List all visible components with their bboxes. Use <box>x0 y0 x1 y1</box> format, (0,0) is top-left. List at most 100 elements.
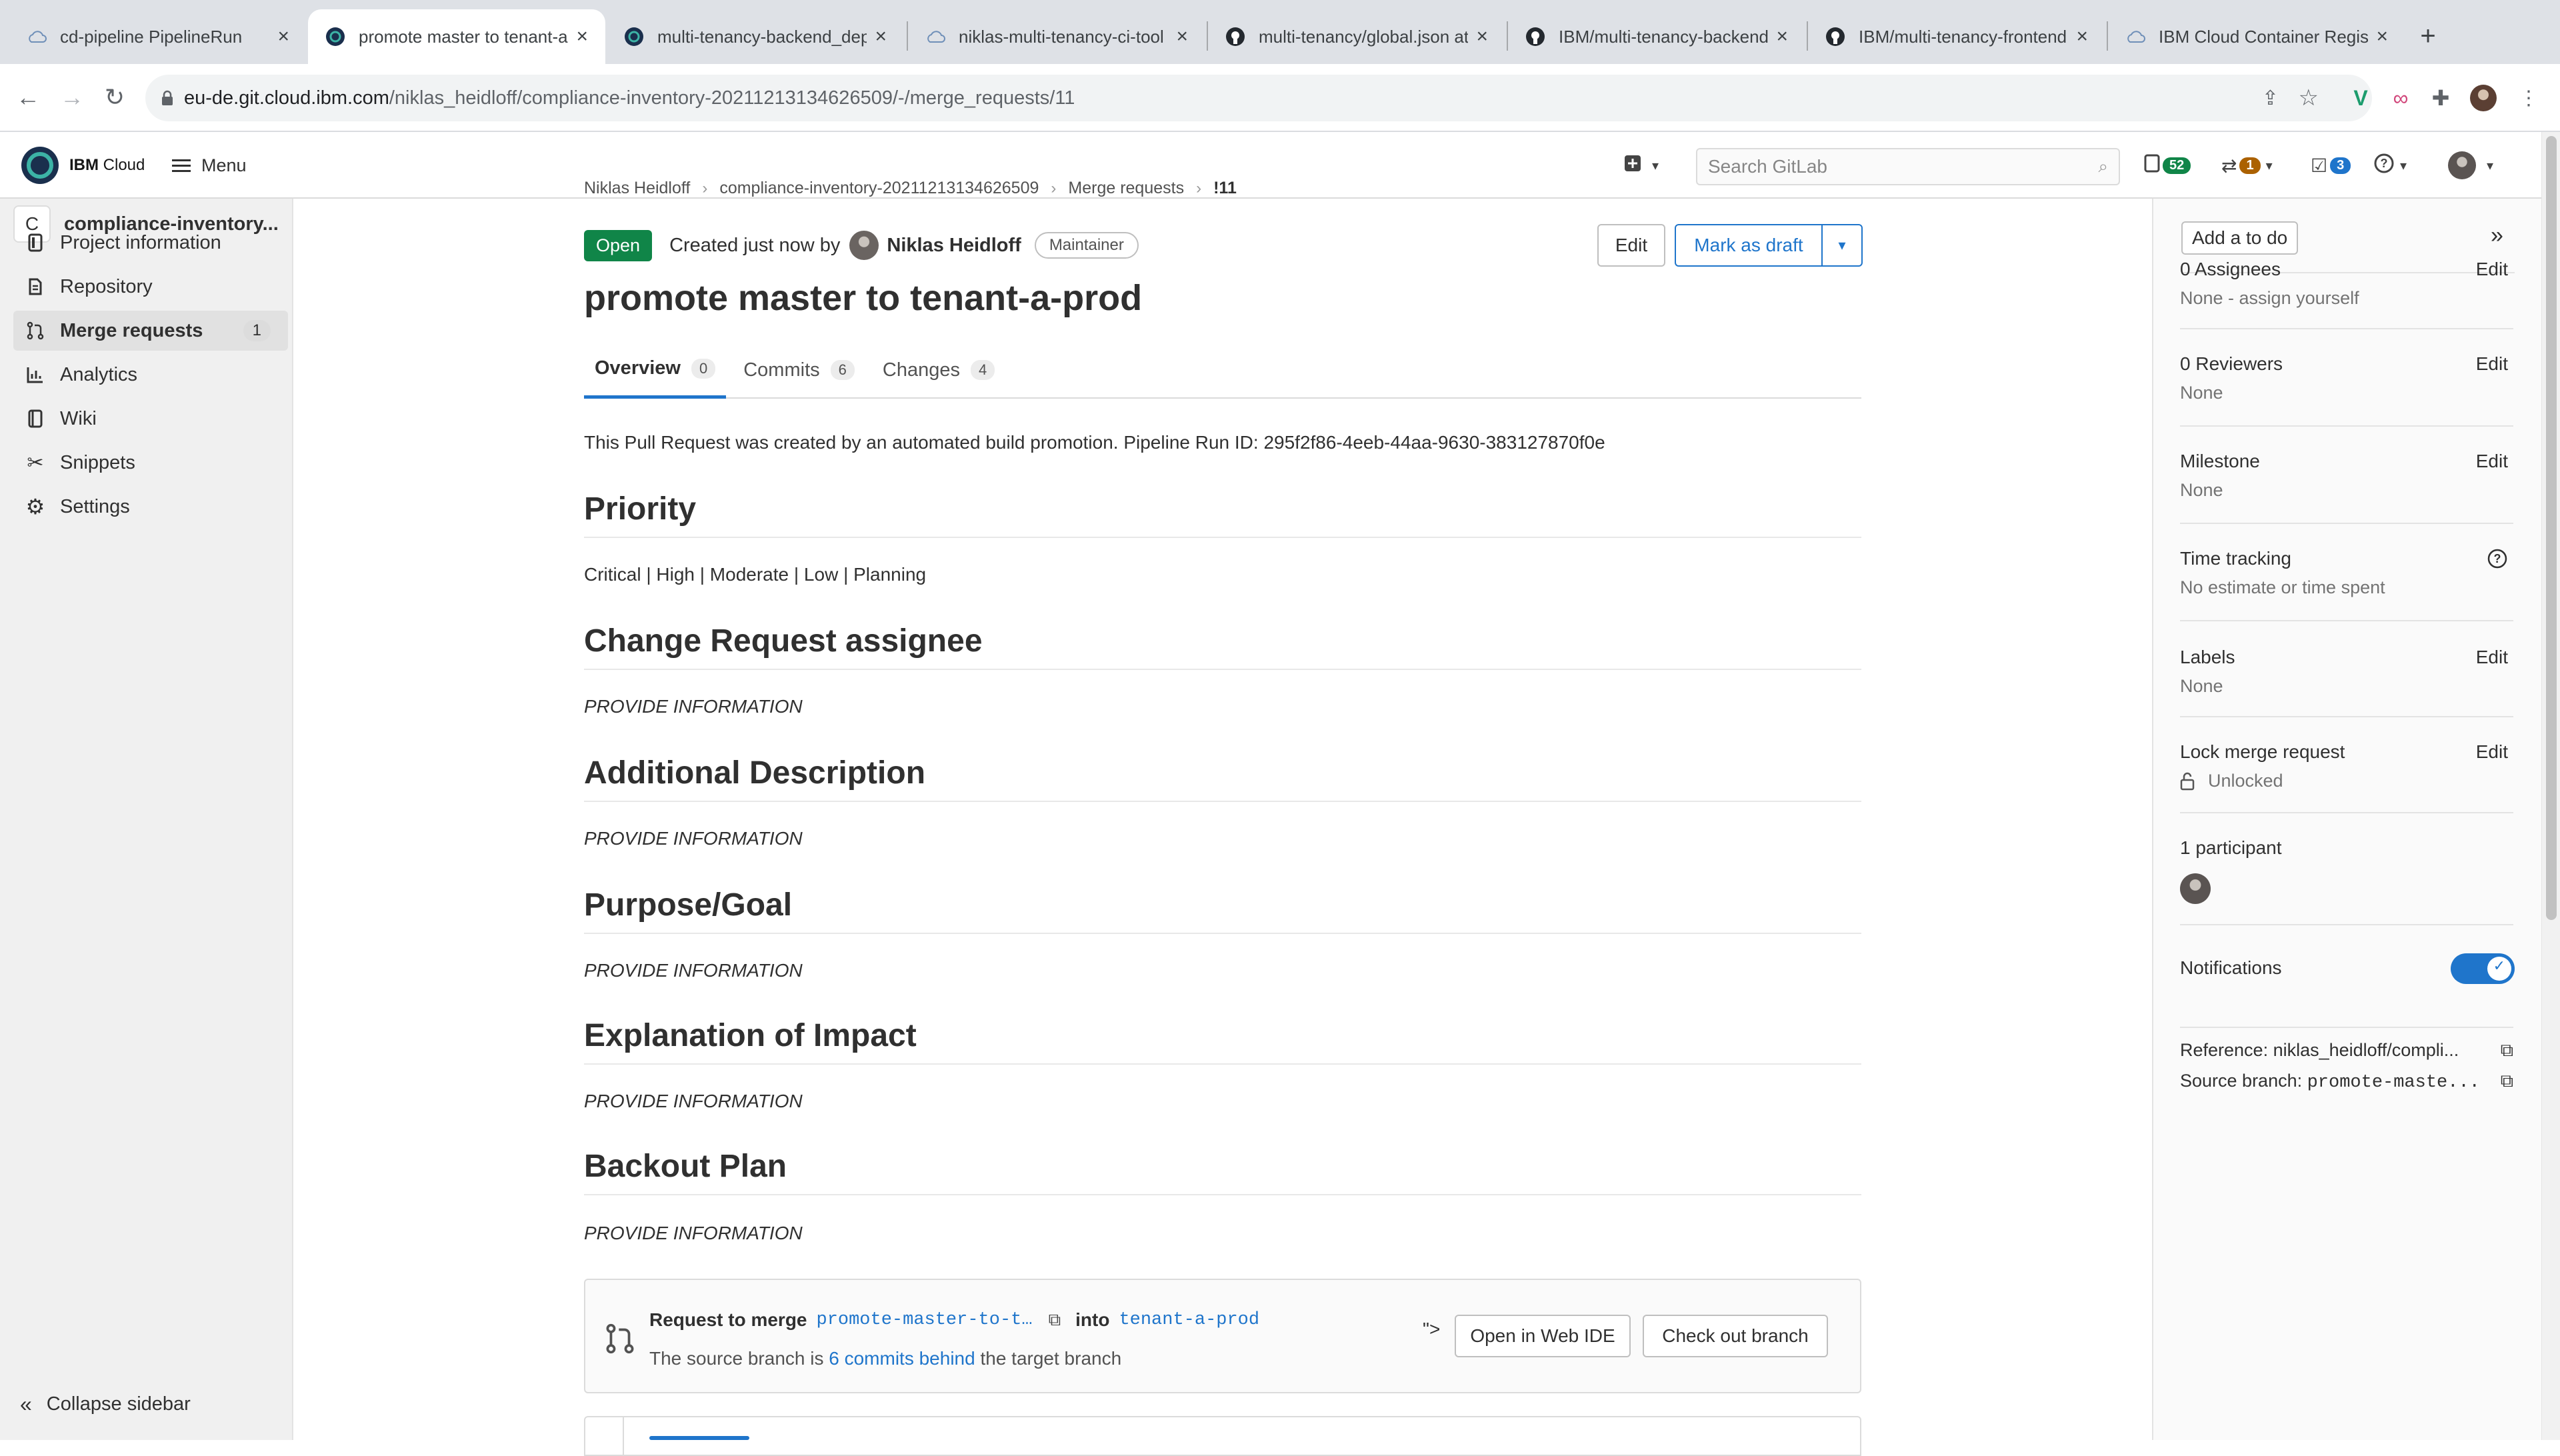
sidebar-item-settings[interactable]: ⚙ Settings <box>13 487 288 527</box>
milestone-edit-button[interactable]: Edit <box>2476 451 2508 472</box>
browser-tab-1[interactable]: cd-pipeline PipelineRun × <box>9 9 307 64</box>
sidebar-item-label: Project information <box>60 231 221 253</box>
sidebar-item-label: Merge requests <box>60 319 203 341</box>
sidebar-item-repository[interactable]: Repository <box>13 267 288 307</box>
close-icon[interactable]: × <box>1176 25 1188 48</box>
profile-avatar[interactable] <box>2468 83 2499 113</box>
target-branch-link[interactable]: tenant-a-prod <box>1119 1310 1259 1330</box>
merge-request-icon <box>25 321 45 341</box>
user-menu[interactable]: ▾ <box>2448 151 2493 179</box>
author-avatar[interactable] <box>849 231 879 260</box>
browser-tab-6[interactable]: IBM/multi-tenancy-backend × <box>1508 9 1805 64</box>
issues-button[interactable]: 52 <box>2144 152 2191 179</box>
todo-check-icon: ☑ <box>2311 155 2328 176</box>
forward-arrow-icon[interactable]: → <box>53 79 91 116</box>
vue-devtools-icon[interactable]: V <box>2345 83 2376 113</box>
browser-tab-8[interactable]: IBM Cloud Container Regist × <box>2108 9 2405 64</box>
todos-button[interactable]: ☑ 3 <box>2311 152 2351 179</box>
open-in-web-ide-button[interactable]: Open in Web IDE <box>1455 1315 1631 1357</box>
brand-name[interactable]: IBM Cloud <box>69 156 145 175</box>
close-icon[interactable]: × <box>576 25 588 48</box>
tab-commits[interactable]: Commits 6 <box>733 341 865 399</box>
gitlab-header: IBM Cloud Menu ▾ Search GitLab ⌕ 52 ⇄ 1 … <box>0 132 2541 199</box>
collapse-sidebar-button[interactable]: « Collapse sidebar <box>20 1392 191 1417</box>
chevron-right-icon: › <box>1051 179 1057 197</box>
close-icon[interactable]: × <box>1776 25 1788 48</box>
participant-avatar[interactable] <box>2180 873 2211 904</box>
source-branch-link[interactable]: promote-master-to-t… <box>817 1310 1033 1330</box>
section-heading-change-request-assignee: Change Request assignee <box>584 623 1861 670</box>
assign-yourself-link[interactable]: None - assign yourself <box>2180 288 2513 309</box>
close-icon[interactable]: × <box>875 25 887 48</box>
puzzle-extensions-icon[interactable]: ✚ <box>2425 83 2456 113</box>
search-input[interactable]: Search GitLab ⌕ <box>1696 148 2120 185</box>
labels-title: Labels <box>2180 647 2235 667</box>
menu-label: Menu <box>201 155 247 175</box>
tab-changes[interactable]: Changes 4 <box>872 341 1005 399</box>
sidebar-item-merge-requests[interactable]: Merge requests 1 <box>13 311 288 351</box>
tab-title: IBM/multi-tenancy-backend <box>1559 26 1769 47</box>
todo-count-badge: 3 <box>2330 157 2351 174</box>
sidebar-item-project-information[interactable]: Project information <box>13 223 288 263</box>
browser-tab-2[interactable]: promote master to tenant-a × <box>308 9 605 64</box>
sidebar-item-label: Analytics <box>60 363 138 385</box>
author-name[interactable]: Niklas Heidloff <box>887 235 1021 257</box>
new-item-dropdown[interactable]: ▾ <box>1624 152 1659 179</box>
tab-count: 0 <box>691 358 716 379</box>
help-icon[interactable]: ? <box>2487 548 2508 574</box>
edit-button[interactable]: Edit <box>1597 224 1665 267</box>
chevron-right-icon: › <box>1196 179 1202 197</box>
breadcrumb-current[interactable]: !11 <box>1213 179 1237 198</box>
reload-icon[interactable]: ↻ <box>96 79 133 116</box>
extension-loop-icon[interactable]: ∞ <box>2385 83 2416 113</box>
share-icon[interactable]: ⇪ <box>2262 87 2279 110</box>
star-icon[interactable]: ☆ <box>2299 85 2319 111</box>
scrollbar-thumb[interactable] <box>2546 136 2557 920</box>
check-out-branch-button[interactable]: Check out branch <box>1643 1315 1828 1357</box>
browser-tab-5[interactable]: multi-tenancy/global.json at × <box>1208 9 1505 64</box>
sidebar-item-analytics[interactable]: Analytics <box>13 355 288 395</box>
new-tab-plus-icon[interactable]: + <box>2409 17 2447 55</box>
menu-button[interactable]: Menu <box>172 151 247 180</box>
tab-overview[interactable]: Overview 0 <box>584 341 727 399</box>
back-arrow-icon[interactable]: ← <box>9 79 47 116</box>
browser-tab-3[interactable]: multi-tenancy-backend_dep × <box>607 9 904 64</box>
breadcrumb-link[interactable]: compliance-inventory-20211213134626509 <box>719 179 1039 198</box>
sidebar-item-wiki[interactable]: Wiki <box>13 399 288 439</box>
sidebar-item-label: Wiki <box>60 407 97 429</box>
commits-behind-link[interactable]: 6 commits behind <box>829 1348 975 1369</box>
page-scrollbar[interactable] <box>2541 132 2560 1440</box>
sidebar-item-snippets[interactable]: ✂ Snippets <box>13 443 288 483</box>
browser-tab-7[interactable]: IBM/multi-tenancy-frontend × <box>1808 9 2105 64</box>
copy-icon[interactable]: ⧉ <box>2501 1071 2513 1093</box>
double-chevron-right-icon[interactable]: » <box>2491 223 2503 249</box>
notifications-toggle[interactable]: ✓ <box>2451 953 2515 984</box>
reviewers-block: 0 Reviewers None Edit <box>2180 353 2513 427</box>
copy-icon[interactable]: ⧉ <box>2501 1040 2513 1061</box>
actions-dropdown-button[interactable]: ▾ <box>1821 224 1863 267</box>
pipeline-status-bar <box>649 1436 749 1440</box>
breadcrumb-link[interactable]: Merge requests <box>1068 179 1184 198</box>
help-button[interactable]: ? ▾ <box>2373 152 2407 179</box>
more-vertical-icon[interactable]: ⋮ <box>2513 83 2544 113</box>
add-todo-button[interactable]: Add a to do <box>2181 221 2299 255</box>
assignees-edit-button[interactable]: Edit <box>2476 259 2508 280</box>
checkmark-icon: ✓ <box>2493 957 2505 974</box>
merge-requests-button[interactable]: ⇄ 1 ▾ <box>2221 152 2273 179</box>
search-icon: ⌕ <box>2098 156 2108 176</box>
close-icon[interactable]: × <box>2376 25 2388 48</box>
labels-edit-button[interactable]: Edit <box>2476 647 2508 668</box>
copy-icon[interactable]: ⧉ <box>1049 1309 1061 1331</box>
ibm-cloud-logo-icon[interactable] <box>21 147 59 184</box>
reviewers-edit-button[interactable]: Edit <box>2476 353 2508 375</box>
mark-as-draft-button[interactable]: Mark as draft <box>1675 224 1823 267</box>
merge-summary: Request to merge promote-master-to-t… ⧉ … <box>649 1309 1259 1331</box>
browser-tab-4[interactable]: niklas-multi-tenancy-ci-tool × <box>908 9 1205 64</box>
breadcrumb-link[interactable]: Niklas Heidloff <box>584 179 690 198</box>
close-icon[interactable]: × <box>277 25 289 48</box>
close-icon[interactable]: × <box>1476 25 1488 48</box>
lock-edit-button[interactable]: Edit <box>2476 741 2508 763</box>
close-icon[interactable]: × <box>2076 25 2088 48</box>
sidebar-item-label: Snippets <box>60 451 135 473</box>
address-bar[interactable]: eu-de.git.cloud.ibm.com/niklas_heidloff/… <box>145 75 2372 121</box>
